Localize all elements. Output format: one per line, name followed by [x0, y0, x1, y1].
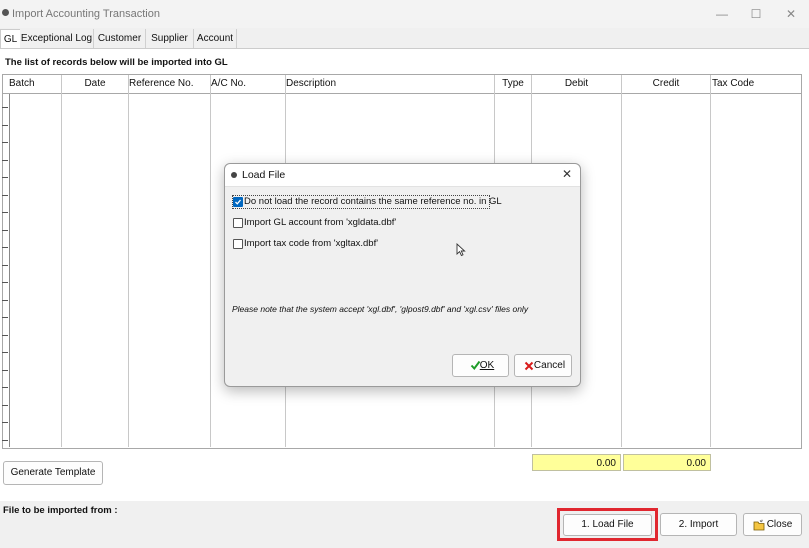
- row-indicator-tick: [2, 160, 8, 161]
- import-button[interactable]: 2. Import: [660, 513, 737, 536]
- column-divider: [710, 75, 711, 447]
- row-indicator-tick: [2, 405, 8, 406]
- column-header-description[interactable]: Description: [286, 75, 492, 93]
- tab-customer[interactable]: Customer: [94, 29, 146, 48]
- column-header-debit[interactable]: Debit: [532, 75, 621, 93]
- tab-supplier[interactable]: Supplier: [146, 29, 194, 48]
- cancel-button-label: Cancel: [533, 360, 566, 371]
- row-indicator-tick: [2, 107, 8, 108]
- tab-gl[interactable]: GL: [0, 29, 21, 50]
- row-indicator-tick: [2, 177, 8, 178]
- column-divider: [128, 75, 129, 447]
- row-indicator-tick: [2, 247, 8, 248]
- row-indicator-tick: [2, 352, 8, 353]
- checkmark-icon: [235, 199, 241, 205]
- checkmark-icon: [470, 360, 481, 371]
- close-button-label: Close: [766, 519, 793, 530]
- checkbox-import-tax-code[interactable]: [233, 239, 243, 249]
- column-divider: [210, 75, 211, 447]
- column-header-date[interactable]: Date: [62, 75, 128, 93]
- close-window-button[interactable]: ✕: [780, 5, 802, 23]
- load-file-button[interactable]: 1. Load File: [563, 514, 652, 536]
- row-indicator-tick: [2, 230, 8, 231]
- dialog-close-button[interactable]: ✕: [560, 167, 574, 181]
- row-indicator-tick: [2, 440, 8, 441]
- row-indicator-tick: [2, 265, 8, 266]
- dialog-icon: [231, 172, 237, 178]
- minimize-button[interactable]: —: [711, 5, 733, 23]
- row-indicator-tick: [2, 212, 8, 213]
- column-header-credit[interactable]: Credit: [622, 75, 710, 93]
- column-header-reference-no[interactable]: Reference No.: [129, 75, 209, 93]
- ok-button[interactable]: OK: [452, 354, 509, 377]
- column-header-tax-code[interactable]: Tax Code: [712, 75, 798, 93]
- checkbox-skip-duplicate-reference[interactable]: [233, 197, 243, 207]
- row-indicator-column: [2, 94, 10, 447]
- checkbox-label-import-tax-code: Import tax code from 'xgltax.dbf': [244, 238, 379, 249]
- list-description-label: The list of records below will be import…: [5, 57, 228, 68]
- row-indicator-tick: [2, 387, 8, 388]
- row-indicator-tick: [2, 142, 8, 143]
- tab-bar: GL Exceptional Log Customer Supplier Acc…: [0, 29, 809, 50]
- row-indicator-tick: [2, 195, 8, 196]
- row-indicator-tick: [2, 317, 8, 318]
- header-divider: [2, 93, 801, 94]
- cross-icon: [524, 361, 534, 371]
- column-divider: [61, 75, 62, 447]
- column-header-batch[interactable]: Batch: [9, 75, 59, 93]
- close-button[interactable]: Close: [743, 513, 802, 536]
- window-title: Import Accounting Transaction: [12, 8, 160, 20]
- load-file-dialog: Load File ✕ Do not load the record conta…: [224, 163, 581, 387]
- dialog-title-bar: Load File ✕: [225, 164, 580, 187]
- credit-total: 0.00: [623, 454, 711, 471]
- folder-icon: [753, 519, 765, 531]
- ok-button-label: OK: [479, 360, 495, 371]
- debit-total: 0.00: [532, 454, 621, 471]
- checkbox-label-skip-duplicate-reference: Do not load the record contains the same…: [244, 196, 502, 207]
- file-to-import-label: File to be imported from :: [3, 505, 118, 516]
- column-header-type[interactable]: Type: [495, 75, 531, 93]
- file-format-note: Please note that the system accept 'xgl.…: [232, 304, 529, 314]
- maximize-button[interactable]: ☐: [745, 5, 767, 23]
- dialog-title: Load File: [242, 169, 286, 181]
- app-icon: [2, 9, 9, 16]
- row-indicator-tick: [2, 282, 8, 283]
- row-indicator-tick: [2, 422, 8, 423]
- tab-exceptional-log[interactable]: Exceptional Log: [20, 29, 94, 48]
- row-indicator-tick: [2, 335, 8, 336]
- checkbox-import-gl-account[interactable]: [233, 218, 243, 228]
- column-header-ac-no[interactable]: A/C No.: [211, 75, 283, 93]
- generate-template-button[interactable]: Generate Template: [3, 461, 103, 485]
- cancel-button[interactable]: Cancel: [514, 354, 572, 377]
- tab-account[interactable]: Account: [194, 29, 237, 48]
- row-indicator-tick: [2, 370, 8, 371]
- row-indicator-tick: [2, 125, 8, 126]
- checkbox-label-import-gl-account: Import GL account from 'xgldata.dbf': [244, 217, 397, 228]
- row-indicator-tick: [2, 300, 8, 301]
- column-divider: [621, 75, 622, 447]
- mouse-cursor-icon: [456, 243, 466, 257]
- window-title-bar: Import Accounting Transaction — ☐ ✕: [0, 0, 809, 28]
